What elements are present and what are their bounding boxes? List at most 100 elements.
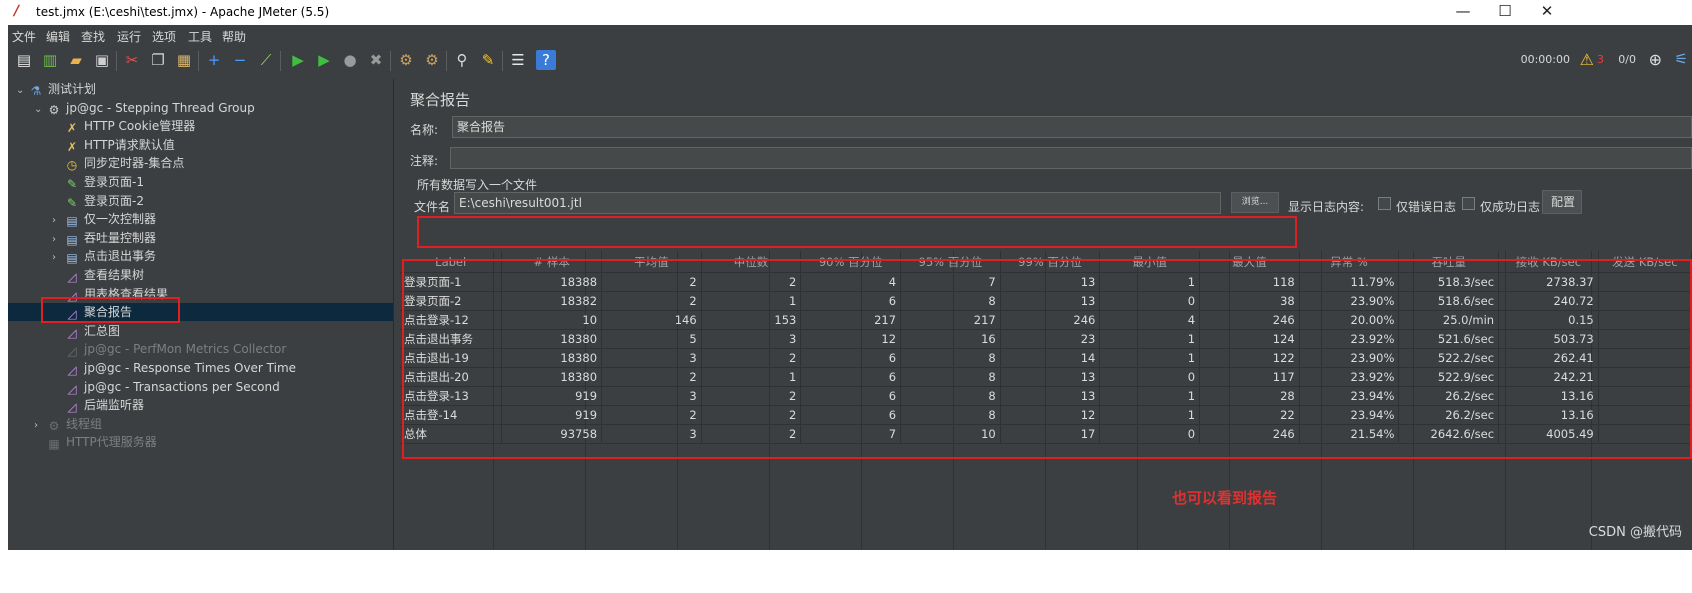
clear-icon[interactable]: ⚙ bbox=[396, 50, 416, 70]
function-helper-icon[interactable]: ☰ bbox=[508, 50, 528, 70]
table-header-cell[interactable]: 接收 KB/sec bbox=[1498, 251, 1599, 273]
menu-options[interactable]: 选项 bbox=[152, 28, 176, 45]
new-icon[interactable]: ▤ bbox=[14, 50, 34, 70]
table-header-cell[interactable]: 99% 百分位 bbox=[1000, 251, 1101, 273]
tree-node[interactable]: ◿ 查看结果树 bbox=[52, 266, 144, 284]
tree-node[interactable]: ◿ 用表格查看结果 bbox=[52, 285, 168, 303]
clear-all-icon[interactable]: ⚙ bbox=[422, 50, 442, 70]
table-header-cell[interactable]: 中位数 bbox=[701, 251, 802, 273]
start-no-pause-icon[interactable]: ▶ bbox=[314, 50, 334, 70]
tree-node[interactable]: › ▤ 仅一次控制器 bbox=[52, 210, 156, 228]
menu-file[interactable]: 文件 bbox=[12, 28, 36, 45]
shutdown-icon[interactable]: ✖ bbox=[366, 50, 386, 70]
copy-icon[interactable]: ❐ bbox=[148, 50, 168, 70]
chevron-right-icon[interactable]: › bbox=[34, 417, 46, 435]
browse-button[interactable]: 浏览... bbox=[1231, 192, 1279, 213]
save-icon[interactable]: ▣ bbox=[92, 50, 112, 70]
tree-node[interactable]: ◿ 后端监听器 bbox=[52, 396, 144, 414]
menu-run[interactable]: 运行 bbox=[117, 28, 141, 45]
table-body: 登录页面-1 18388 2 2 4 7 13 1 118 11.79% 518.3/sec 2738… bbox=[400, 272, 1692, 444]
menu-tools[interactable]: 工具 bbox=[188, 28, 212, 45]
comment-label: 注释: bbox=[410, 154, 439, 168]
tree-node[interactable]: ✗ HTTP请求默认值 bbox=[52, 136, 175, 154]
tree-node[interactable]: › ▤ 吞吐量控制器 bbox=[52, 229, 156, 247]
table-cell: 93758 bbox=[501, 424, 603, 444]
filename-input[interactable]: E:\ceshi\result001.jtl bbox=[454, 192, 1221, 214]
close-button[interactable]: ✕ bbox=[1524, 0, 1570, 25]
table-row[interactable]: 点击退出-19 18380 3 2 6 8 14 1 122 23.90% 522.2/sec 262… bbox=[400, 348, 1692, 368]
table-row[interactable]: 登录页面-2 18382 2 1 6 8 13 0 38 23.90% 518.6/sec 240.7… bbox=[400, 291, 1692, 311]
tree-node[interactable]: ✎ 登录页面-1 bbox=[52, 173, 144, 191]
table-cell: 146 bbox=[601, 310, 702, 330]
table-cell bbox=[1598, 367, 1692, 387]
cut-icon[interactable]: ✂ bbox=[122, 50, 142, 70]
tree-node[interactable]: › ▤ 点击退出事务 bbox=[52, 247, 156, 265]
remote-icon[interactable]: ⊕ bbox=[1649, 50, 1662, 69]
log-viewer-icon[interactable]: ⚟ bbox=[1675, 50, 1688, 68]
tree-node[interactable]: ▦ HTTP代理服务器 bbox=[34, 433, 156, 451]
table-header-cell[interactable]: 最大值 bbox=[1199, 251, 1300, 273]
stop-icon[interactable]: ● bbox=[340, 50, 360, 70]
success-only-checkbox[interactable] bbox=[1462, 197, 1475, 210]
table-row[interactable]: 点击退出-20 18380 2 1 6 8 13 0 117 23.92% 522.9/sec 242… bbox=[400, 367, 1692, 387]
toggle-icon[interactable]: ⟋ bbox=[256, 50, 276, 70]
tree-node[interactable]: ⌄ ⚙ jp@gc - Stepping Thread Group bbox=[34, 99, 255, 117]
expand-icon[interactable]: + bbox=[204, 50, 224, 70]
table-header-cell[interactable]: 吞吐量 bbox=[1398, 251, 1500, 273]
help-icon[interactable]: ? bbox=[536, 50, 556, 70]
chevron-down-icon[interactable]: ⌄ bbox=[16, 82, 28, 100]
chevron-down-icon[interactable]: ⌄ bbox=[34, 101, 46, 119]
table-cell: 2642.6/sec bbox=[1398, 424, 1500, 444]
table-header-cell[interactable]: Label bbox=[400, 251, 503, 273]
tree-node[interactable]: ◷ 同步定时器-集合点 bbox=[52, 154, 185, 172]
toolbar-separator bbox=[390, 51, 391, 71]
start-icon[interactable]: ▶ bbox=[288, 50, 308, 70]
tree-node[interactable]: ✗ HTTP Cookie管理器 bbox=[52, 117, 195, 135]
table-row[interactable]: 点击登-14 919 2 2 6 8 12 1 22 23.94% 26.2/sec 13.16 bbox=[400, 405, 1692, 425]
jmeter-feather-icon: ∕ bbox=[14, 3, 20, 19]
search-icon[interactable]: ⚲ bbox=[452, 50, 472, 70]
name-input[interactable]: 聚合报告 bbox=[452, 116, 1692, 138]
tree-node[interactable]: ◿ jp@gc - Response Times Over Time bbox=[52, 359, 296, 377]
menu-edit[interactable]: 编辑 bbox=[46, 28, 70, 45]
tree-node[interactable]: ⌄ ⚗ 测试计划 bbox=[16, 80, 96, 98]
reset-search-icon[interactable]: ✎ bbox=[478, 50, 498, 70]
tree-node[interactable]: ✎ 登录页面-2 bbox=[52, 192, 144, 210]
tree-node[interactable]: › ⚙ 线程组 bbox=[34, 415, 102, 433]
open-icon[interactable]: ▰ bbox=[66, 50, 86, 70]
table-header-cell[interactable]: 平均值 bbox=[601, 251, 702, 273]
templates-icon[interactable]: ▥ bbox=[40, 50, 60, 70]
table-row[interactable]: 点击登录-13 919 3 2 6 8 13 1 28 23.94% 26.2/sec 13.16 bbox=[400, 386, 1692, 406]
warning-icon[interactable]: ⚠ bbox=[1580, 50, 1594, 69]
paste-icon[interactable]: ▦ bbox=[174, 50, 194, 70]
table-row[interactable]: 点击退出事务 18380 5 3 12 16 23 1 124 23.92% 521.6/sec 50… bbox=[400, 329, 1692, 349]
table-header-cell[interactable]: 90% 百分位 bbox=[800, 251, 902, 273]
tree-node[interactable]: ◿ jp@gc - Transactions per Second bbox=[52, 378, 279, 396]
table-header-cell[interactable]: 异常 % bbox=[1299, 251, 1400, 273]
chevron-right-icon[interactable]: › bbox=[52, 231, 64, 249]
errors-only-checkbox[interactable] bbox=[1378, 197, 1391, 210]
table-cell: 3 bbox=[601, 348, 702, 368]
table-header-cell[interactable]: # 样本 bbox=[501, 251, 603, 273]
table-row[interactable]: 总体 93758 3 2 7 10 17 0 246 21.54% 2642.6/sec 4005.4… bbox=[400, 424, 1692, 444]
chevron-right-icon[interactable]: › bbox=[52, 249, 64, 267]
maximize-button[interactable]: ☐ bbox=[1482, 0, 1528, 25]
tree-node[interactable]: ◿ 聚合报告 bbox=[8, 303, 393, 322]
configure-button[interactable]: 配置 bbox=[1542, 190, 1582, 214]
tree-node[interactable]: ◿ jp@gc - PerfMon Metrics Collector bbox=[52, 340, 286, 358]
table-header-cell[interactable]: 95% 百分位 bbox=[900, 251, 1001, 273]
table-cell: 2 bbox=[601, 405, 702, 425]
menu-search[interactable]: 查找 bbox=[81, 28, 105, 45]
table-header-cell[interactable]: 发送 KB/sec bbox=[1598, 251, 1692, 273]
table-row[interactable]: 登录页面-1 18388 2 2 4 7 13 1 118 11.79% 518.3/sec 2738… bbox=[400, 272, 1692, 292]
table-row[interactable]: 点击登录-12 10 146 153 217 217 246 4 246 20.00% 25.0/m… bbox=[400, 310, 1692, 330]
gear-icon: ⚙ bbox=[48, 102, 60, 117]
menu-help[interactable]: 帮助 bbox=[222, 28, 246, 45]
tree-node[interactable]: ◿ 汇总图 bbox=[52, 322, 120, 340]
table-cell: 1 bbox=[701, 367, 802, 387]
collapse-icon[interactable]: − bbox=[230, 50, 250, 70]
comment-input[interactable] bbox=[450, 147, 1692, 169]
table-header-cell[interactable]: 最小值 bbox=[1099, 251, 1201, 273]
minimize-button[interactable]: — bbox=[1440, 0, 1486, 25]
chevron-right-icon[interactable]: › bbox=[52, 212, 64, 230]
